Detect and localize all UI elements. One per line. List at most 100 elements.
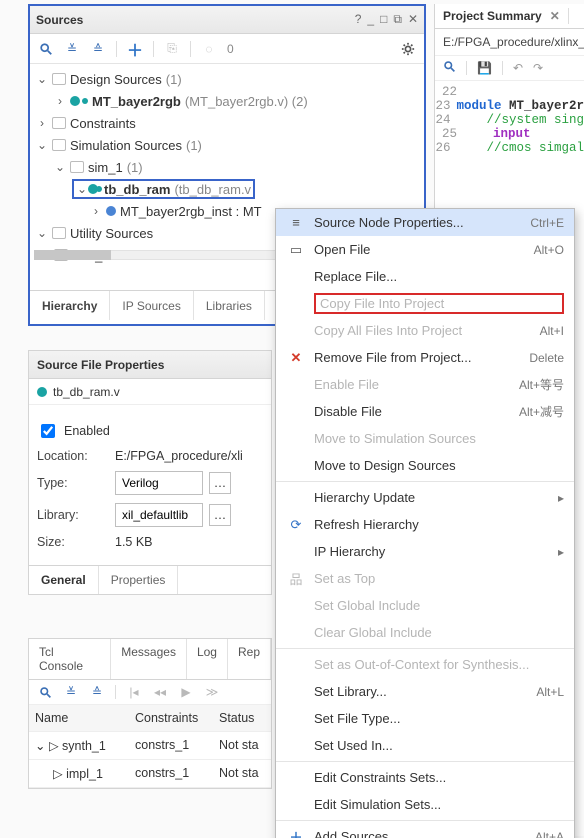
menu-item-label: Add Sources... bbox=[314, 829, 527, 838]
library-field[interactable] bbox=[115, 503, 203, 527]
restore-icon[interactable]: □ bbox=[380, 12, 387, 27]
issues-icon: ◌ bbox=[201, 41, 217, 57]
refresh-icon: ⟳ bbox=[291, 517, 302, 533]
close-icon[interactable]: ✕ bbox=[408, 12, 418, 27]
menu-item-accel: Alt+等号 bbox=[519, 376, 564, 393]
context-menu[interactable]: ≡Source Node Properties...Ctrl+E▭Open Fi… bbox=[275, 208, 575, 838]
menu-item[interactable]: ⟳ Refresh Hierarchy bbox=[276, 511, 574, 538]
tab-close-icon[interactable]: ✕ bbox=[550, 9, 560, 23]
expand-all-icon[interactable]: ≚ bbox=[64, 41, 80, 57]
run-icon[interactable]: ▶ bbox=[178, 684, 194, 700]
menu-item[interactable]: Edit Simulation Sets... bbox=[276, 791, 574, 818]
constraints-node[interactable]: › Constraints bbox=[36, 112, 424, 134]
plus-icon: ＋ bbox=[289, 827, 302, 838]
menu-item-label: Remove File from Project... bbox=[314, 350, 521, 365]
expand-icon[interactable]: ≚ bbox=[63, 684, 79, 700]
file-name: tb_db_ram.v bbox=[53, 385, 120, 399]
search-icon[interactable] bbox=[37, 684, 53, 700]
tab-tcl-console[interactable]: Tcl Console bbox=[29, 639, 111, 679]
menu-item[interactable]: Set File Type... bbox=[276, 705, 574, 732]
tab-log[interactable]: Log bbox=[187, 639, 228, 679]
file-properties-title: Source File Properties bbox=[29, 351, 271, 379]
collapse-icon[interactable]: ≙ bbox=[89, 684, 105, 700]
tb-db-ram-file[interactable]: ⌄ tb_db_ram (tb_db_ram.v bbox=[36, 178, 424, 200]
type-field[interactable] bbox=[115, 471, 203, 495]
simulation-sources-node[interactable]: ⌄ Simulation Sources (1) bbox=[36, 134, 424, 156]
run-row[interactable]: ⌄ ▷ synth_1constrs_1Not sta bbox=[29, 732, 271, 760]
search-icon[interactable] bbox=[443, 60, 456, 76]
collapse-all-icon[interactable]: ≙ bbox=[90, 41, 106, 57]
summary-tab-label[interactable]: Project Summary bbox=[443, 9, 542, 23]
minimize-icon[interactable]: _ bbox=[367, 12, 374, 27]
tab-reports[interactable]: Rep bbox=[228, 639, 271, 679]
menu-item: Enable FileAlt+等号 bbox=[276, 371, 574, 398]
menu-item: Move to Simulation Sources bbox=[276, 425, 574, 452]
menu-item[interactable]: ▭ Open File Alt+O bbox=[276, 236, 574, 263]
first-icon[interactable]: |◂ bbox=[126, 684, 142, 700]
menu-item: Copy All Files Into ProjectAlt+I bbox=[276, 317, 574, 344]
menu-item: Set as Out-of-Context for Synthesis... bbox=[276, 651, 574, 678]
file-icon: ▭ bbox=[290, 242, 302, 258]
menu-item[interactable]: Replace File... bbox=[276, 263, 574, 290]
menu-item[interactable]: ＋ Add Sources... Alt+A bbox=[276, 823, 574, 838]
popout-icon[interactable]: ⧉ bbox=[393, 12, 402, 27]
issues-count: 0 bbox=[227, 42, 234, 56]
menu-item[interactable]: Set Library...Alt+L bbox=[276, 678, 574, 705]
tab-messages[interactable]: Messages bbox=[111, 639, 187, 679]
help-icon[interactable]: ? bbox=[355, 12, 362, 27]
menu-item[interactable]: Hierarchy Update▸ bbox=[276, 484, 574, 511]
submenu-arrow-icon: ▸ bbox=[558, 545, 564, 559]
tab-libraries[interactable]: Libraries bbox=[194, 291, 265, 320]
type-browse-button[interactable]: … bbox=[209, 472, 231, 494]
menu-item-label: IP Hierarchy bbox=[314, 544, 550, 559]
menu-item: 品Set as Top bbox=[276, 565, 574, 592]
menu-item-label: Copy File Into Project bbox=[314, 293, 564, 314]
design-top-module[interactable]: › MT_bayer2rgb (MT_bayer2rgb.v) (2) bbox=[36, 90, 424, 112]
col-status[interactable]: Status bbox=[219, 711, 279, 725]
tab-ip-sources[interactable]: IP Sources bbox=[110, 291, 193, 320]
menu-item[interactable]: ✕Remove File from Project...Delete bbox=[276, 344, 574, 371]
col-constraints[interactable]: Constraints bbox=[135, 711, 219, 725]
menu-item[interactable]: Move to Design Sources bbox=[276, 452, 574, 479]
library-label: Library: bbox=[37, 508, 109, 522]
menu-item[interactable]: Edit Constraints Sets... bbox=[276, 764, 574, 791]
tab-hierarchy[interactable]: Hierarchy bbox=[30, 291, 110, 320]
menu-item-accel: Alt+L bbox=[536, 685, 564, 699]
breadcrumb-path: E:/FPGA_procedure/xlinx_ bbox=[435, 29, 584, 55]
menu-item-accel: Alt+O bbox=[534, 243, 564, 257]
menu-item-label: Source Node Properties... bbox=[314, 215, 522, 230]
location-value: E:/FPGA_procedure/xli bbox=[115, 449, 243, 463]
size-label: Size: bbox=[37, 535, 109, 549]
hierarchy-icon: 品 bbox=[289, 569, 302, 588]
menu-item-label: Set Used In... bbox=[314, 738, 564, 753]
menu-item[interactable]: IP Hierarchy ▸ bbox=[276, 538, 574, 565]
menu-item-accel: Alt+A bbox=[535, 830, 564, 838]
tab-properties[interactable]: Properties bbox=[99, 566, 179, 594]
col-name[interactable]: Name bbox=[35, 711, 135, 725]
prev-icon[interactable]: ◂◂ bbox=[152, 684, 168, 700]
add-icon[interactable]: ＋ bbox=[127, 41, 143, 57]
menu-item[interactable]: Set Used In... bbox=[276, 732, 574, 759]
design-sources-node[interactable]: ⌄ Design Sources (1) bbox=[36, 68, 424, 90]
menu-item-accel: Alt+I bbox=[540, 324, 564, 338]
search-icon[interactable] bbox=[38, 41, 54, 57]
run-row[interactable]: ▷ impl_1constrs_1Not sta bbox=[29, 760, 271, 788]
enabled-checkbox[interactable] bbox=[41, 424, 55, 438]
settings-icon[interactable] bbox=[400, 41, 416, 57]
properties-icon: ≡ bbox=[292, 215, 300, 230]
sim-1-node[interactable]: ⌄ sim_1 (1) bbox=[36, 156, 424, 178]
type-label: Type: bbox=[37, 476, 109, 490]
redo-icon[interactable]: ↷ bbox=[533, 61, 543, 75]
menu-item[interactable]: Disable FileAlt+减号 bbox=[276, 398, 574, 425]
menu-item-label: Open File bbox=[314, 242, 526, 257]
menu-item[interactable]: ≡Source Node Properties...Ctrl+E bbox=[276, 209, 574, 236]
location-label: Location: bbox=[37, 449, 109, 463]
library-browse-button[interactable]: … bbox=[209, 504, 231, 526]
menu-item-label: Refresh Hierarchy bbox=[314, 517, 564, 532]
code-editor[interactable]: 2223module MT_bayer2r24 //system sing25 … bbox=[435, 81, 584, 155]
menu-item: Set Global Include bbox=[276, 592, 574, 619]
tab-general[interactable]: General bbox=[29, 566, 99, 594]
step-icon[interactable]: ≫ bbox=[204, 684, 220, 700]
save-icon[interactable]: 💾 bbox=[477, 61, 492, 75]
undo-icon[interactable]: ↶ bbox=[513, 61, 523, 75]
